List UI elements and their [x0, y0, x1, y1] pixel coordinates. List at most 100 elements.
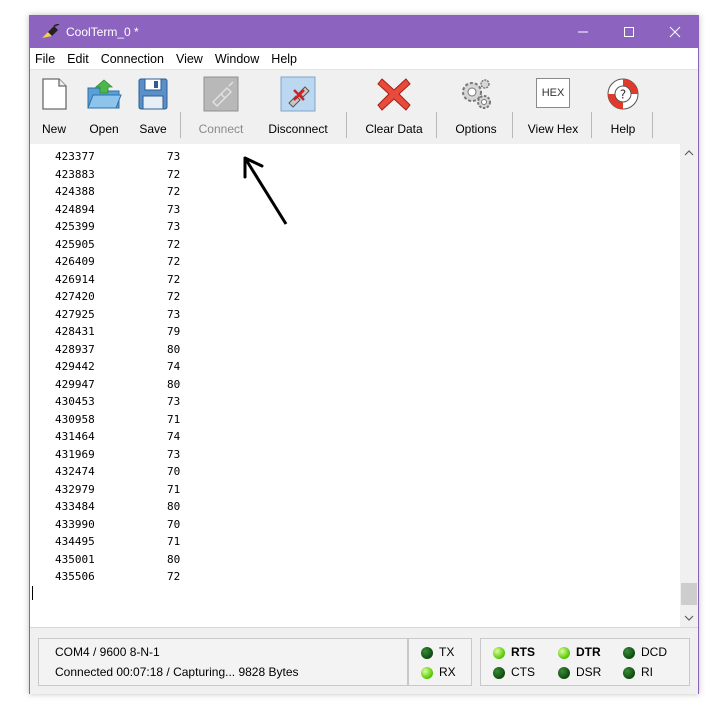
timestamp-value: 428937	[55, 342, 95, 356]
reading-value: 71	[167, 535, 181, 548]
reading-value: 73	[167, 307, 181, 321]
options-button[interactable]: Options	[448, 70, 504, 142]
open-button[interactable]: Open	[82, 70, 126, 142]
scroll-thumb[interactable]	[681, 583, 697, 605]
rts-led-icon[interactable]	[493, 647, 505, 659]
close-icon	[669, 26, 681, 38]
minimize-button[interactable]	[560, 16, 606, 48]
data-row: 428937 80	[55, 343, 180, 356]
help-lifebuoy-icon: ?	[607, 78, 639, 110]
data-row: 434495 71	[55, 535, 180, 548]
reading-value: 70	[167, 517, 181, 531]
reading-value: 72	[167, 570, 181, 583]
menu-help[interactable]: Help	[271, 52, 297, 66]
reading-value: 73	[167, 447, 181, 461]
annotation-arrow-icon	[243, 156, 288, 225]
toolbar-separator	[436, 112, 437, 138]
data-row: 431969 73	[55, 448, 180, 461]
dsr-label: DSR	[576, 665, 602, 679]
maximize-button[interactable]	[606, 16, 652, 48]
dcd-label: DCD	[641, 645, 667, 659]
dtr-label: DTR	[576, 645, 601, 659]
reading-value: 74	[167, 430, 181, 443]
view-hex-button[interactable]: HEX View Hex	[523, 70, 583, 142]
open-folder-icon	[87, 79, 122, 109]
rx-led-icon	[421, 667, 433, 679]
data-row: 423377 73	[55, 150, 180, 163]
timestamp-value: 425905	[55, 237, 95, 251]
timestamp-value: 427420	[55, 290, 95, 303]
cts-led-icon	[493, 667, 505, 679]
options-label: Options	[455, 122, 497, 136]
data-row: 433990 70	[55, 518, 180, 531]
save-disk-icon	[138, 78, 168, 110]
minimize-icon	[578, 31, 588, 33]
data-row: 430958 71	[55, 413, 180, 426]
reading-value: 73	[167, 395, 181, 408]
menu-file[interactable]: File	[35, 52, 55, 66]
toolbar-separator	[346, 112, 347, 138]
toolbar-separator	[180, 112, 181, 138]
scroll-up-arrow-icon[interactable]	[680, 144, 698, 162]
connect-button[interactable]: Connect	[193, 70, 249, 142]
hex-icon-label: HEX	[541, 87, 565, 99]
tx-rx-panel: TX RX	[408, 638, 472, 686]
timestamp-value: 432474	[55, 465, 95, 478]
timestamp-value: 429442	[55, 360, 95, 373]
save-button[interactable]: Save	[135, 70, 171, 142]
data-row: 429947 80	[55, 378, 180, 391]
line-status-panel: RTS CTS DTR DSR DCD RI	[480, 638, 690, 686]
data-row: 424894 73	[55, 203, 180, 216]
timestamp-value: 431969	[55, 447, 95, 461]
reading-value: 80	[167, 377, 181, 391]
disconnect-button[interactable]: Disconnect	[258, 70, 338, 142]
reading-value: 72	[167, 255, 181, 268]
data-row: 426914 72	[55, 273, 180, 286]
data-row: 426409 72	[55, 255, 180, 268]
data-row: 429442 74	[55, 360, 180, 373]
reading-value: 71	[167, 482, 181, 496]
timestamp-value: 432979	[55, 482, 95, 496]
scroll-down-arrow-icon[interactable]	[680, 609, 698, 627]
ri-led-icon	[623, 667, 635, 679]
timestamp-value: 426409	[55, 255, 95, 268]
gear-icon	[462, 79, 491, 109]
reading-value: 71	[167, 412, 181, 426]
clear-data-button[interactable]: Clear Data	[360, 70, 428, 142]
data-row: 425905 72	[55, 238, 180, 251]
reading-value: 74	[167, 360, 181, 373]
rts-label: RTS	[511, 645, 535, 659]
data-row: 435506 72	[55, 570, 180, 583]
reading-value: 70	[167, 465, 181, 478]
menu-edit[interactable]: Edit	[67, 52, 89, 66]
menu-view[interactable]: View	[176, 52, 203, 66]
clear-x-icon	[377, 78, 411, 111]
close-button[interactable]	[652, 16, 698, 48]
view-hex-label: View Hex	[527, 122, 579, 136]
dtr-led-icon[interactable]	[558, 647, 570, 659]
data-row: 427420 72	[55, 290, 180, 303]
title-bar[interactable]: CoolTerm_0 *	[30, 16, 698, 48]
new-button[interactable]: New	[36, 70, 72, 142]
menu-connection[interactable]: Connection	[101, 52, 164, 66]
vertical-scrollbar[interactable]	[680, 144, 698, 627]
reading-value: 80	[167, 552, 181, 566]
data-row: 424388 72	[55, 185, 180, 198]
help-label: Help	[610, 122, 636, 136]
reading-value: 79	[167, 325, 181, 338]
dsr-led-icon	[558, 667, 570, 679]
reading-value: 72	[167, 272, 181, 286]
timestamp-value: 424388	[55, 185, 95, 198]
ri-label: RI	[641, 665, 653, 679]
reading-value: 72	[167, 167, 181, 181]
menu-window[interactable]: Window	[215, 52, 259, 66]
connection-status-text: Connected 00:07:18 / Capturing... 9828 B…	[55, 665, 299, 679]
hex-icon: HEX	[536, 78, 570, 108]
timestamp-value: 434495	[55, 535, 95, 548]
window-title: CoolTerm_0 *	[66, 25, 139, 39]
maximize-icon	[624, 27, 634, 37]
toolbar: New Open Save Connect Disconnect Clear D…	[30, 70, 698, 145]
tx-led-icon	[421, 647, 433, 659]
receive-data-area[interactable]: 423377 73 423883 72 424388 72 424894 73 425399 73…	[30, 144, 680, 627]
help-button[interactable]: ? Help	[603, 70, 643, 142]
